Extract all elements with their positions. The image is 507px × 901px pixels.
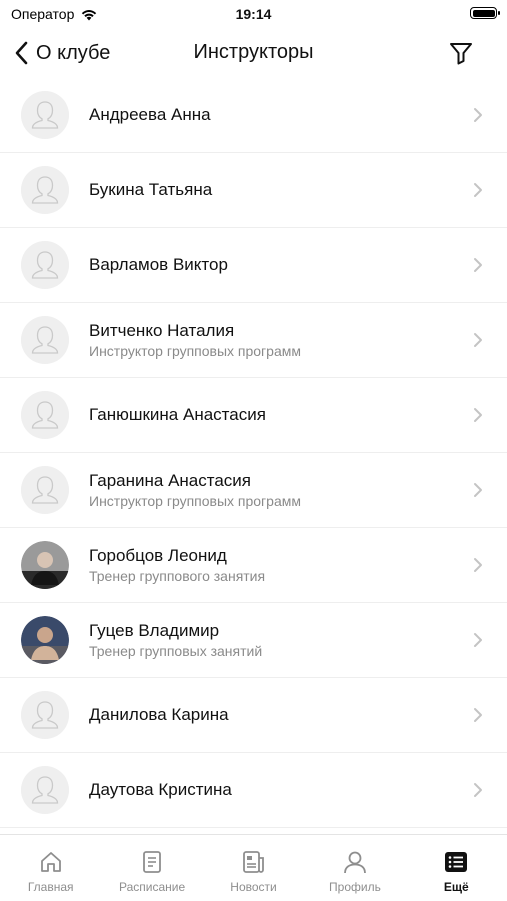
instructor-name: Гуцев Владимир <box>89 621 220 640</box>
avatar-placeholder-icon <box>21 691 69 739</box>
instructor-name: Горобцов Леонид <box>89 546 227 565</box>
instructor-name: Варламов Виктор <box>89 255 228 274</box>
profile-icon <box>344 851 366 874</box>
chevron-right-icon <box>474 783 482 797</box>
instructor-row[interactable]: Ганюшкина Анастасия <box>0 378 507 453</box>
instructor-row[interactable]: Даутова Кристина <box>0 753 507 828</box>
tab-label: Главная <box>27 880 74 894</box>
instructor-name: Ганюшкина Анастасия <box>89 405 266 424</box>
tab-label: Расписание <box>119 880 186 894</box>
tab-home[interactable]: Главная <box>0 835 101 901</box>
instructor-row[interactable]: Данилова Карина <box>0 678 507 753</box>
instructor-list: Андреева Анна Букина Татьяна Варламов Ви… <box>0 78 507 834</box>
chevron-right-icon <box>474 183 482 197</box>
schedule-icon <box>143 851 162 873</box>
instructor-role: Тренер групповых занятий <box>89 643 263 659</box>
page-title: Инструкторы <box>193 41 314 63</box>
avatar <box>21 391 69 439</box>
instructor-text: Букина Татьяна <box>89 153 457 227</box>
tab-profile[interactable]: Профиль <box>304 835 405 901</box>
avatar-photo-icon <box>21 616 69 664</box>
tab-label: Профиль <box>329 880 381 894</box>
status-time: 19:14 <box>235 6 272 22</box>
instructor-text: Горобцов Леонид Тренер группового заняти… <box>89 528 457 602</box>
chevron-right-icon <box>474 483 482 497</box>
avatar <box>21 541 69 589</box>
avatar-placeholder-icon <box>21 466 69 514</box>
more-icon <box>445 852 468 872</box>
tab-more[interactable]: Ещё <box>406 835 507 901</box>
instructor-name: Даутова Кристина <box>89 780 232 799</box>
instructor-row[interactable]: Андреева Анна <box>0 78 507 153</box>
instructor-text: Гуцев Владимир Тренер групповых занятий <box>89 603 457 677</box>
avatar-photo-icon <box>21 541 69 589</box>
chevron-right-icon <box>474 558 482 572</box>
chevron-right-icon <box>474 708 482 722</box>
battery-icon <box>470 7 500 19</box>
avatar <box>21 91 69 139</box>
instructor-text: Витченко Наталия Инструктор групповых пр… <box>89 303 457 377</box>
instructor-text: Ганюшкина Анастасия <box>89 378 457 452</box>
instructor-row[interactable]: Букина Татьяна <box>0 153 507 228</box>
instructor-name: Букина Татьяна <box>89 180 213 199</box>
avatar <box>21 466 69 514</box>
instructor-name: Андреева Анна <box>89 105 211 124</box>
tab-news[interactable]: Новости <box>203 835 304 901</box>
avatar <box>21 766 69 814</box>
tab-bar: Главная Расписание Новости Профиль Ещё <box>0 834 507 901</box>
avatar-placeholder-icon <box>21 391 69 439</box>
chevron-right-icon <box>474 633 482 647</box>
avatar-placeholder-icon <box>21 241 69 289</box>
instructor-text: Даутова Кристина <box>89 753 457 827</box>
avatar-placeholder-icon <box>21 316 69 364</box>
avatar-placeholder-icon <box>21 166 69 214</box>
tab-label: Новости <box>230 880 277 894</box>
navigation-bar: О клубе Инструкторы <box>0 30 507 76</box>
chevron-right-icon <box>474 408 482 422</box>
avatar-placeholder-icon <box>21 91 69 139</box>
instructor-text: Гаранина Анастасия Инструктор групповых … <box>89 453 457 527</box>
avatar <box>21 166 69 214</box>
status-bar: Оператор 19:14 <box>0 0 507 30</box>
home-icon <box>40 852 61 872</box>
tab-label: Ещё <box>443 880 469 894</box>
chevron-right-icon <box>474 108 482 122</box>
instructor-name: Данилова Карина <box>89 705 229 724</box>
instructor-row[interactable]: Варламов Виктор <box>0 228 507 303</box>
instructor-row[interactable]: Горобцов Леонид Тренер группового заняти… <box>0 528 507 603</box>
chevron-right-icon <box>474 333 482 347</box>
news-icon <box>242 851 264 873</box>
avatar-placeholder-icon <box>21 766 69 814</box>
avatar <box>21 241 69 289</box>
filter-icon <box>450 43 472 65</box>
avatar <box>21 316 69 364</box>
avatar <box>21 691 69 739</box>
filter-button[interactable] <box>447 39 475 67</box>
instructor-role: Инструктор групповых программ <box>89 493 301 509</box>
chevron-right-icon <box>474 258 482 272</box>
instructor-text: Варламов Виктор <box>89 228 457 302</box>
instructor-role: Инструктор групповых программ <box>89 343 301 359</box>
instructor-text: Андреева Анна <box>89 78 457 152</box>
instructor-row[interactable]: Витченко Наталия Инструктор групповых пр… <box>0 303 507 378</box>
tab-schedule[interactable]: Расписание <box>101 835 202 901</box>
avatar <box>21 616 69 664</box>
instructor-name: Гаранина Анастасия <box>89 471 251 490</box>
instructor-role: Тренер группового занятия <box>89 568 266 584</box>
instructor-row[interactable]: Гуцев Владимир Тренер групповых занятий <box>0 603 507 678</box>
instructor-name: Витченко Наталия <box>89 321 235 340</box>
instructor-row[interactable]: Гаранина Анастасия Инструктор групповых … <box>0 453 507 528</box>
instructor-text: Данилова Карина <box>89 678 457 752</box>
